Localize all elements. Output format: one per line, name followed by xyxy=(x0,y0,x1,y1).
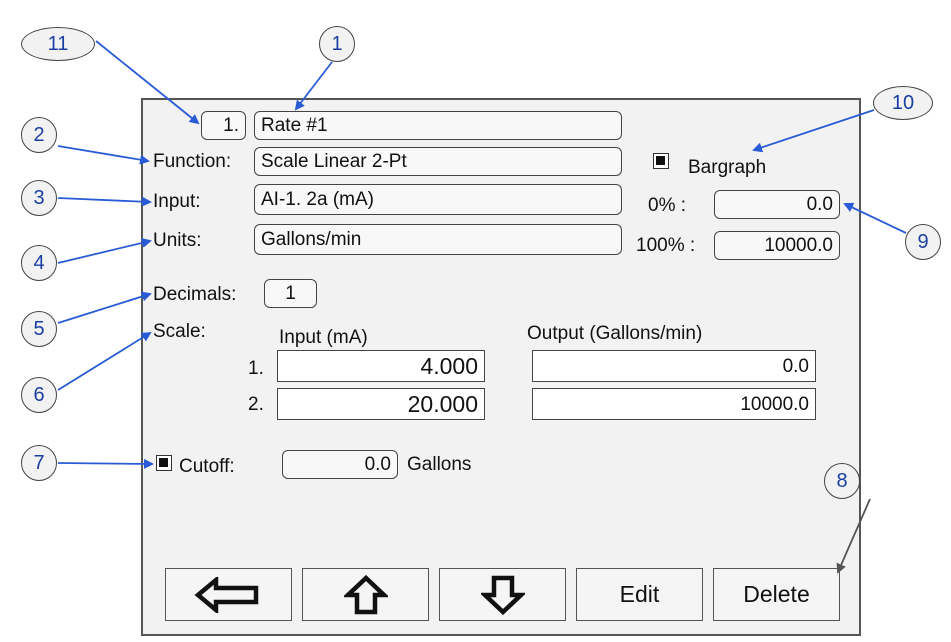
arrow-3 xyxy=(57,196,152,207)
callout-2: 2 xyxy=(21,117,57,153)
arrow-6 xyxy=(57,331,152,391)
callout-1: 1 xyxy=(319,26,355,62)
arrow-11 xyxy=(95,40,200,125)
callout-10: 10 xyxy=(873,86,933,120)
arrow-8 xyxy=(836,498,871,574)
callout-7: 7 xyxy=(21,445,57,481)
arrow-10 xyxy=(752,109,875,153)
arrow-4 xyxy=(57,237,152,264)
callout-8: 8 xyxy=(824,463,860,499)
arrow-1 xyxy=(294,61,333,111)
callout-3: 3 xyxy=(21,180,57,216)
arrow-5 xyxy=(57,291,152,324)
callout-4: 4 xyxy=(21,245,57,281)
callout-9: 9 xyxy=(905,224,941,260)
callout-6: 6 xyxy=(21,377,57,413)
arrow-9 xyxy=(843,202,907,234)
callout-5: 5 xyxy=(21,311,57,347)
callout-11: 11 xyxy=(21,27,95,61)
callout-arrows xyxy=(57,40,907,574)
arrow-7 xyxy=(57,458,154,469)
arrow-2 xyxy=(57,145,150,165)
